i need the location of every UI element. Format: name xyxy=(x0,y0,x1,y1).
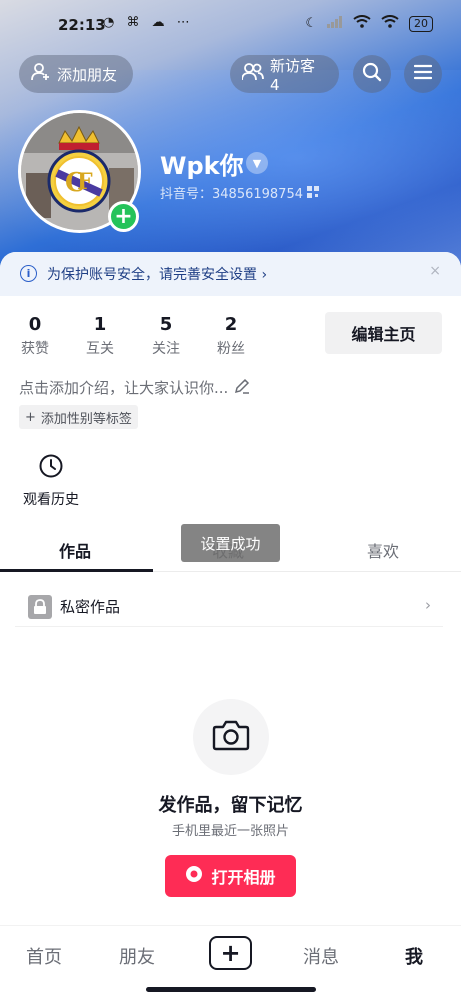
info-icon: i xyxy=(20,265,37,282)
stat-value: 5 xyxy=(159,314,173,335)
empty-state-title: 发作品，留下记忆 xyxy=(158,795,303,816)
stat-likes[interactable]: 0 获赞 xyxy=(13,314,57,358)
stat-value: 0 xyxy=(28,314,42,335)
stat-mutual[interactable]: 1 互关 xyxy=(78,314,122,358)
visitors-label: 新访客 4 xyxy=(270,56,316,94)
new-visitors-button[interactable]: 新访客 4 xyxy=(230,55,339,94)
wifi-icon xyxy=(381,15,399,32)
chevron-right-icon: › xyxy=(261,267,268,283)
clock-icon xyxy=(38,454,64,483)
watch-history-button[interactable]: 观看历史 xyxy=(19,453,83,509)
pencil-icon xyxy=(234,378,250,398)
chevron-right-icon: › xyxy=(425,596,431,614)
signal-icon xyxy=(327,15,343,32)
douyin-id-text: 抖音号：34856198754 xyxy=(160,187,303,202)
search-button[interactable] xyxy=(353,55,391,93)
douyin-id[interactable]: 抖音号：34856198754 xyxy=(160,183,320,202)
status-time: 22:13 xyxy=(58,16,106,34)
watch-history-label: 观看历史 xyxy=(23,492,79,508)
stat-value: 1 xyxy=(93,314,107,335)
more-icon: ⋯ xyxy=(176,15,194,30)
search-icon xyxy=(362,62,382,86)
record-icon xyxy=(185,865,203,887)
add-avatar-button[interactable]: + xyxy=(108,201,139,232)
tab-works[interactable]: 作品 xyxy=(59,538,91,562)
plus-icon: + xyxy=(114,203,133,229)
svg-text:F: F xyxy=(77,169,93,195)
bio-field[interactable]: 点击添加介绍，让大家认识你... xyxy=(19,377,250,398)
triangle-down-icon: ▼ xyxy=(252,156,262,170)
stat-followers[interactable]: 2 粉丝 xyxy=(209,314,253,358)
stat-label: 粉丝 xyxy=(217,341,245,357)
bio-placeholder: 点击添加介绍，让大家认识你... xyxy=(19,379,229,397)
stat-label: 获赞 xyxy=(21,341,49,357)
private-works-label: 私密作品 xyxy=(60,598,121,616)
visitors-icon xyxy=(241,63,264,85)
security-notice-text: 为保护账号安全，请完善安全设置 › xyxy=(47,267,268,283)
hamburger-menu-icon xyxy=(413,64,433,84)
add-tags-button[interactable]: + 添加性别等标签 xyxy=(19,405,138,429)
account-switch-button[interactable]: ▼ xyxy=(246,152,268,174)
plus-icon: + xyxy=(220,939,241,967)
menu-button[interactable] xyxy=(404,55,442,93)
plus-icon: + xyxy=(25,409,36,425)
add-friend-label: 添加朋友 xyxy=(57,65,118,84)
add-friend-button[interactable]: 添加朋友 xyxy=(19,55,133,93)
capcut-icon: ⌘ xyxy=(126,15,144,30)
stat-label: 关注 xyxy=(152,341,180,357)
add-user-icon xyxy=(31,63,51,85)
create-button[interactable]: + xyxy=(209,936,252,970)
wifi-icon xyxy=(353,15,371,32)
security-notice-banner[interactable]: i 为保护账号安全，请完善安全设置 › × xyxy=(0,252,461,296)
status-bar: 22:13 ◔ ⌘ ☁ ⋯ ☾ 20 xyxy=(0,0,461,50)
nav-home[interactable]: 首页 xyxy=(26,943,62,969)
camera-button[interactable] xyxy=(193,699,269,775)
close-icon[interactable]: × xyxy=(429,263,441,279)
private-works-row[interactable]: 私密作品 › xyxy=(15,587,443,627)
empty-state-subtitle: 手机里最近一张照片 xyxy=(171,824,289,839)
nickname: Wpk你 xyxy=(160,152,244,180)
stat-value: 2 xyxy=(224,314,238,335)
nav-me[interactable]: 我 xyxy=(405,943,423,969)
qr-code-icon xyxy=(307,186,320,202)
cloud-icon: ☁ xyxy=(151,15,169,30)
stat-label: 互关 xyxy=(86,341,114,357)
toast-message: 设置成功 xyxy=(181,524,280,562)
status-right-icons: ☾ 20 xyxy=(305,15,433,32)
open-album-label: 打开相册 xyxy=(211,868,276,887)
camera-icon xyxy=(212,719,250,755)
moon-icon: ☾ xyxy=(305,16,317,31)
tab-likes[interactable]: 喜欢 xyxy=(367,538,399,562)
nav-friends[interactable]: 朋友 xyxy=(119,943,155,969)
whatsapp-icon: ◔ xyxy=(103,15,119,30)
lock-icon xyxy=(28,594,52,619)
status-left-icons: ◔ ⌘ ☁ ⋯ xyxy=(103,15,194,30)
active-tab-indicator xyxy=(0,569,153,572)
battery-indicator: 20 xyxy=(409,15,433,32)
stat-following[interactable]: 5 关注 xyxy=(144,314,188,358)
nav-messages[interactable]: 消息 xyxy=(303,943,339,969)
open-album-button[interactable]: 打开相册 xyxy=(165,855,296,897)
edit-profile-button[interactable]: 编辑主页 xyxy=(325,312,442,354)
home-indicator xyxy=(146,987,316,992)
add-tags-label: 添加性别等标签 xyxy=(40,411,132,427)
